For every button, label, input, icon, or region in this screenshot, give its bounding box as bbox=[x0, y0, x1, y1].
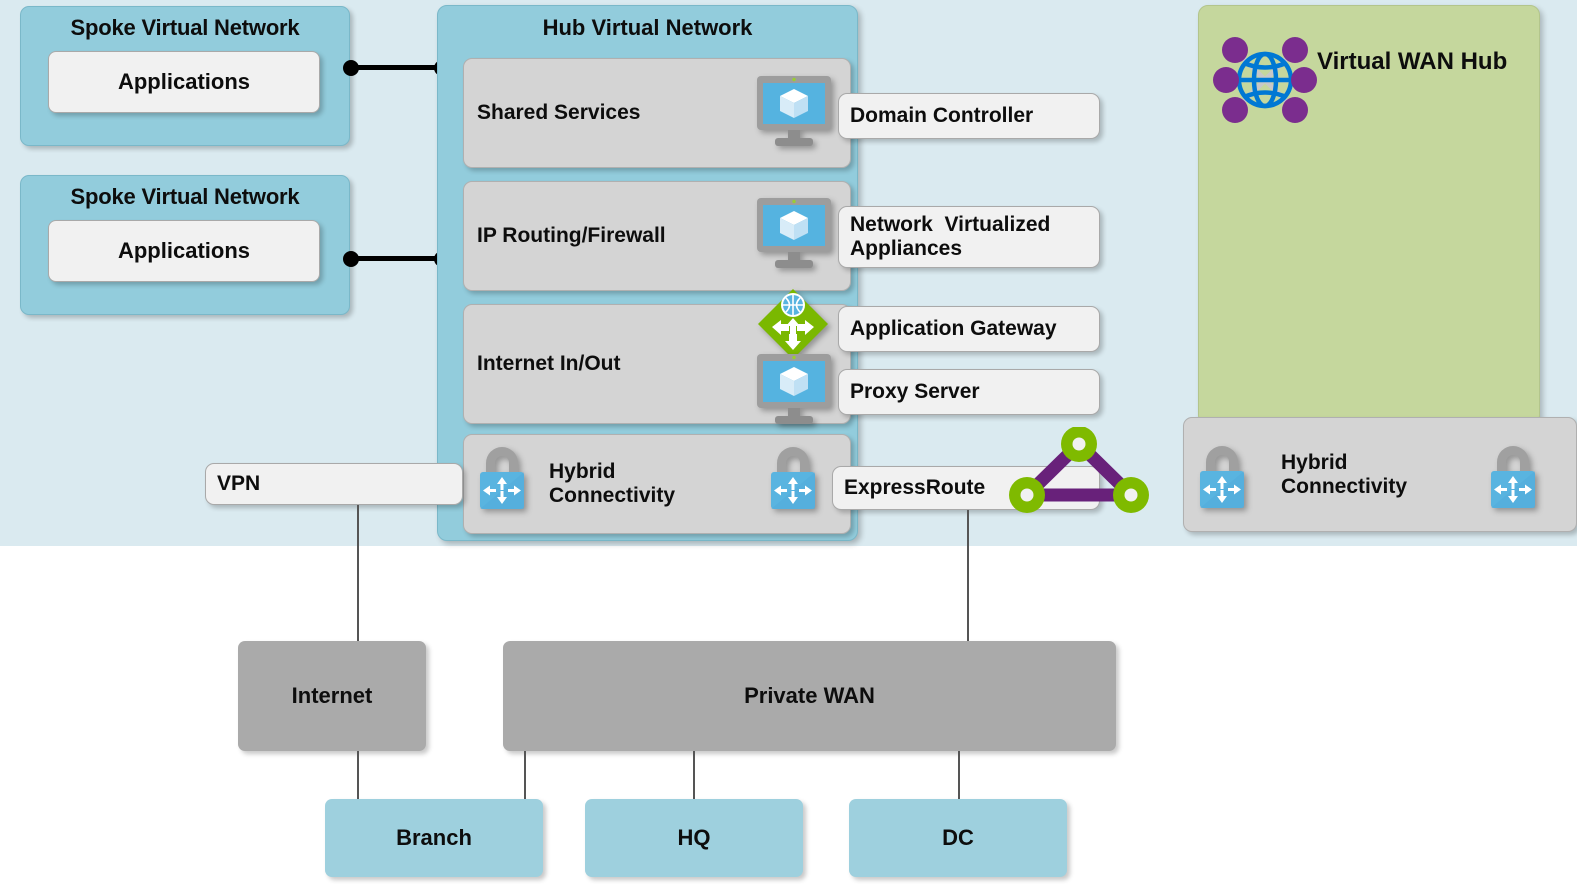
spoke-2-applications[interactable]: Applications bbox=[48, 220, 320, 282]
peering-dot-spoke-2-left bbox=[343, 251, 359, 267]
virtual-machine-icon bbox=[755, 74, 833, 150]
hub-title: Hub Virtual Network bbox=[542, 15, 753, 40]
expressroute-icon bbox=[1005, 427, 1153, 513]
hub-row-ip-routing-firewall-label: IP Routing/Firewall bbox=[477, 223, 666, 247]
connector-private-wan-to-dc bbox=[958, 751, 960, 801]
hub-row-hybrid-connectivity-label: Hybrid Connectivity bbox=[549, 459, 676, 507]
callout-proxy-server[interactable]: Proxy Server bbox=[838, 369, 1100, 415]
hub-row-shared-services-label: Shared Services bbox=[477, 100, 641, 124]
spoke-virtual-network-1[interactable]: Spoke Virtual Network Applications bbox=[20, 6, 350, 146]
vpn-gateway-lock-icon bbox=[1483, 438, 1543, 510]
callout-vpn[interactable]: VPN bbox=[205, 463, 463, 505]
connector-private-wan-to-hq bbox=[693, 751, 695, 801]
virtual-machine-icon bbox=[755, 196, 833, 272]
connector-vpn-to-internet bbox=[357, 505, 359, 641]
connector-expressroute-to-private-wan bbox=[967, 510, 969, 641]
virtual-machine-icon bbox=[755, 352, 833, 428]
spoke-2-title: Spoke Virtual Network bbox=[70, 184, 300, 209]
vpn-gateway-lock-icon bbox=[1192, 438, 1252, 510]
callout-application-gateway[interactable]: Application Gateway bbox=[838, 306, 1100, 352]
network-architecture-diagram: Spoke Virtual Network Applications Spoke… bbox=[0, 0, 1577, 884]
transport-internet[interactable]: Internet bbox=[238, 641, 426, 751]
virtual-wan-hybrid-connectivity-label: Hybrid Connectivity bbox=[1281, 450, 1408, 498]
vpn-gateway-lock-icon bbox=[763, 439, 823, 511]
site-branch[interactable]: Branch bbox=[325, 799, 543, 877]
virtual-wan-hub-label: Virtual WAN Hub bbox=[1317, 48, 1508, 75]
transport-private-wan[interactable]: Private WAN bbox=[503, 641, 1116, 751]
site-dc[interactable]: DC bbox=[849, 799, 1067, 877]
connector-internet-to-branch bbox=[357, 751, 359, 801]
callout-network-virtualized-appliances[interactable]: Network Virtualized Appliances bbox=[838, 206, 1100, 268]
peering-line-spoke-2 bbox=[350, 256, 442, 261]
spoke-1-title: Spoke Virtual Network bbox=[70, 15, 300, 40]
spoke-virtual-network-2[interactable]: Spoke Virtual Network Applications bbox=[20, 175, 350, 315]
virtual-wan-globe-icon bbox=[1213, 28, 1317, 132]
spoke-1-applications[interactable]: Applications bbox=[48, 51, 320, 113]
peering-line-spoke-1 bbox=[350, 65, 442, 70]
callout-domain-controller[interactable]: Domain Controller bbox=[838, 93, 1100, 139]
connector-private-wan-to-branch bbox=[524, 751, 526, 801]
peering-dot-spoke-1-left bbox=[343, 60, 359, 76]
vpn-gateway-lock-icon bbox=[472, 439, 532, 511]
site-hq[interactable]: HQ bbox=[585, 799, 803, 877]
hub-row-internet-in-out-label: Internet In/Out bbox=[477, 351, 621, 375]
